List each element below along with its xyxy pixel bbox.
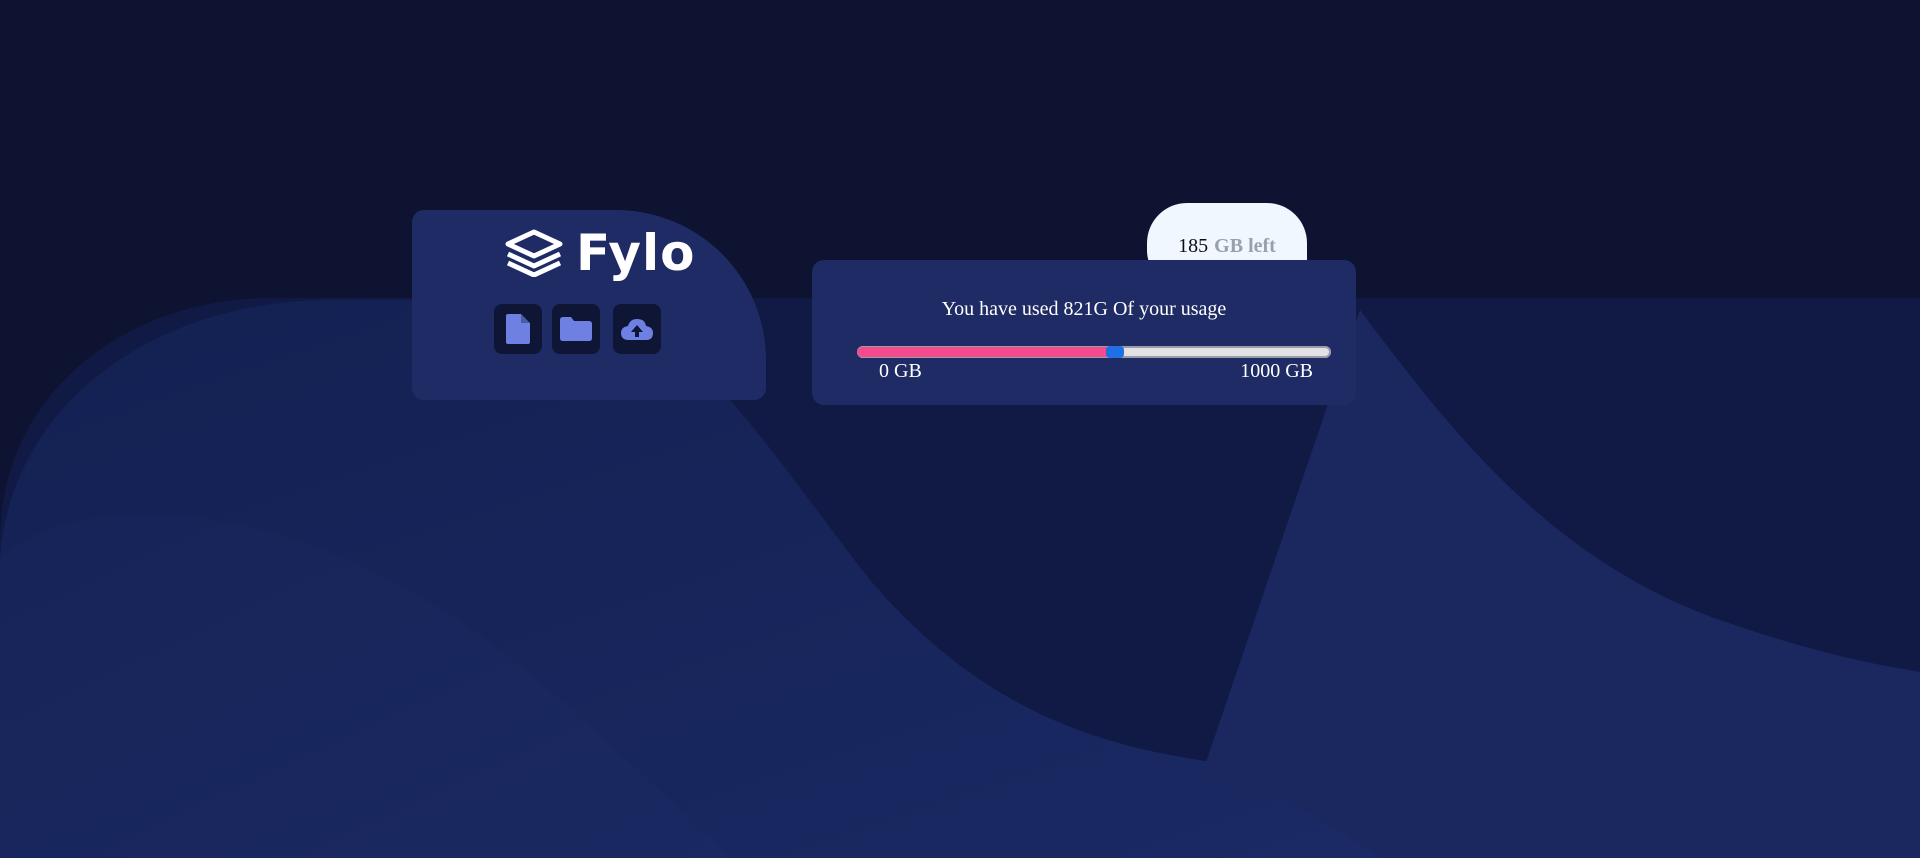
folder-icon [560, 317, 592, 341]
usage-progress-track [857, 346, 1331, 358]
folder-button[interactable] [552, 304, 600, 354]
remaining-value: 185 [1178, 235, 1209, 257]
layers-icon [505, 229, 563, 277]
document-button[interactable] [494, 304, 542, 354]
remaining-unit: GB left [1214, 235, 1276, 257]
usage-summary: You have used 821G Of your usage [941, 298, 1227, 320]
brand-logo: Fylo [504, 226, 696, 280]
brand-name: Fylo [576, 224, 696, 282]
usage-card: You have used 821G Of your usage 0 GB 10… [812, 260, 1356, 405]
usage-max-label: 1000 GB [1240, 360, 1313, 382]
cloud-upload-icon [621, 319, 653, 340]
usage-min-label: 0 GB [879, 360, 922, 382]
usage-progress-fill [857, 347, 1108, 357]
document-icon [506, 314, 530, 344]
background-waves [0, 0, 1920, 858]
upload-button[interactable] [613, 304, 661, 354]
usage-progress-handle[interactable] [1106, 346, 1124, 358]
